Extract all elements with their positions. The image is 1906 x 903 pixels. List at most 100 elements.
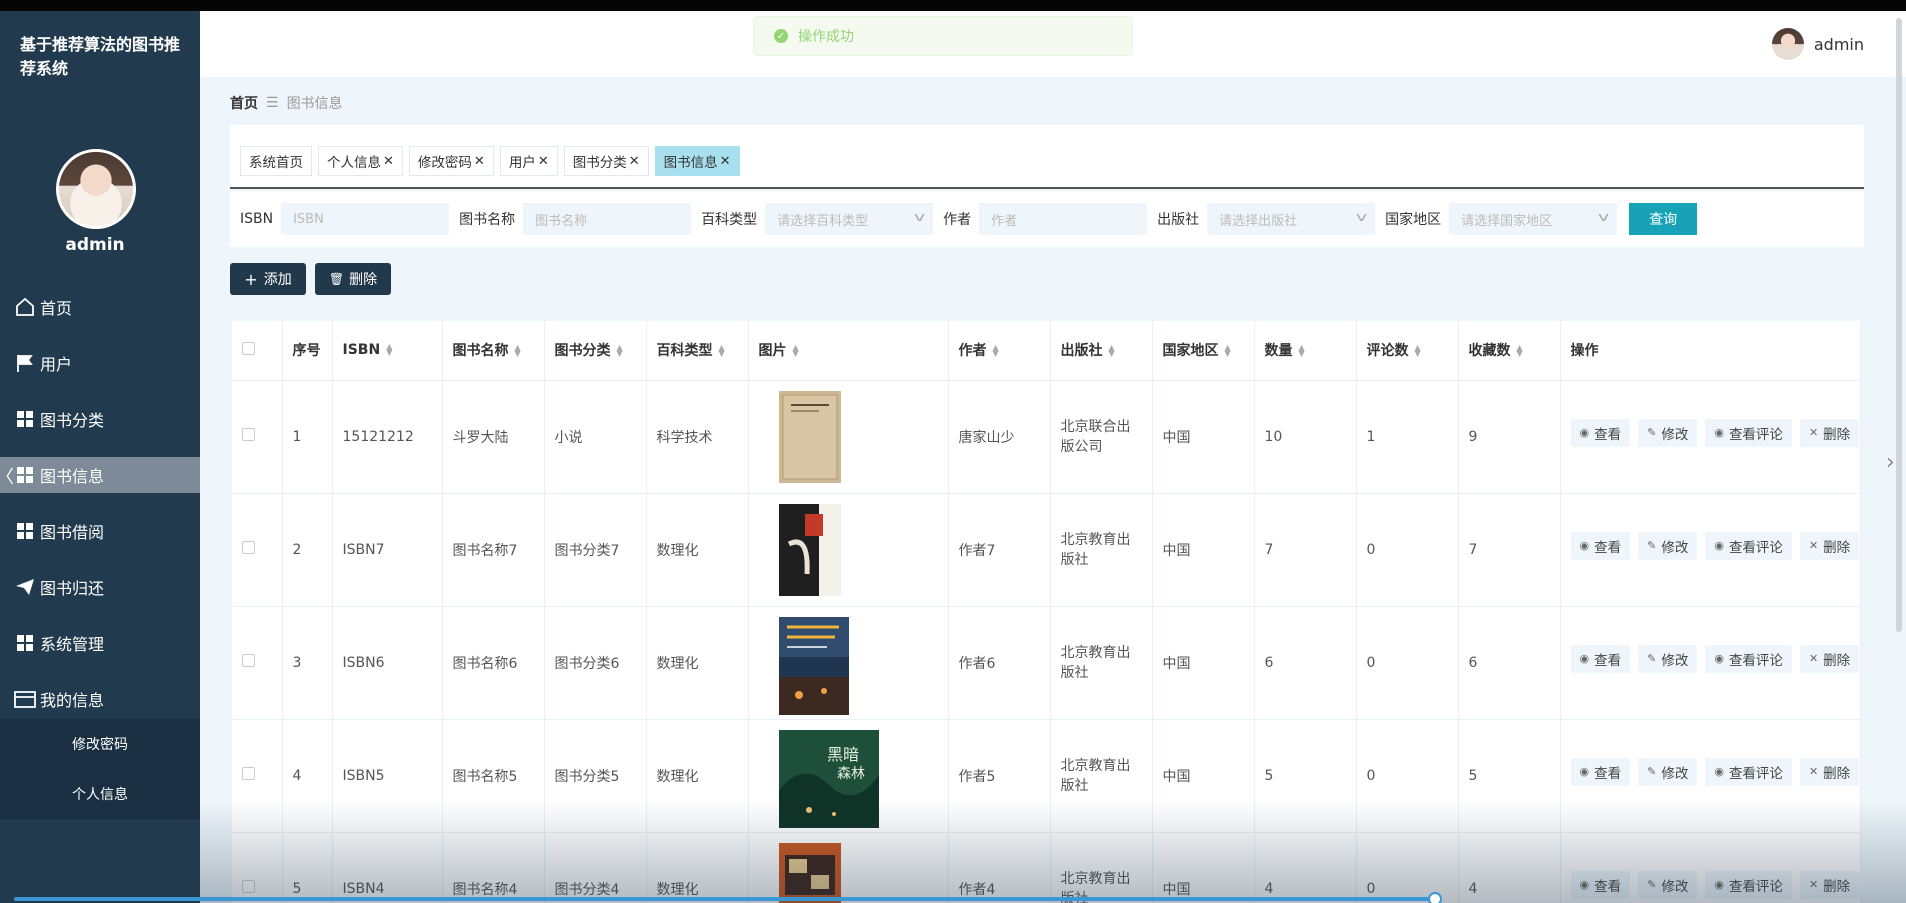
sidebar-item-home[interactable]: 首页 bbox=[0, 289, 200, 325]
submenu-change-password[interactable]: 修改密码 bbox=[0, 719, 200, 769]
delete-button[interactable]: 🗑 删除 bbox=[315, 263, 391, 295]
sort-icon[interactable]: ▲ ▼ bbox=[793, 344, 799, 358]
close-icon[interactable]: ✕ bbox=[720, 154, 731, 169]
sidebar-item-users[interactable]: 用户 bbox=[0, 345, 200, 381]
book-name-input[interactable]: 图书名称 bbox=[523, 203, 692, 235]
view-button[interactable]: ◉ 查看 bbox=[1570, 531, 1631, 560]
row-checkbox[interactable] bbox=[242, 654, 255, 667]
add-button[interactable]: + 添加 bbox=[230, 263, 306, 295]
submenu-personal-info[interactable]: 个人信息 bbox=[0, 769, 200, 819]
edit-button[interactable]: ✎ 修改 bbox=[1638, 757, 1698, 786]
sort-icon[interactable]: ▲ ▼ bbox=[386, 343, 392, 357]
tab-book-category[interactable]: 图书分类 ✕ bbox=[563, 146, 649, 176]
column-header-type[interactable]: 百科类型 ▲ ▼ bbox=[646, 321, 749, 381]
edit-button[interactable]: ✎ 修改 bbox=[1638, 531, 1698, 560]
column-header-category[interactable]: 图书分类 ▲ ▼ bbox=[544, 321, 647, 381]
isbn-input[interactable]: ISBN bbox=[281, 203, 450, 235]
view-comments-button[interactable]: ◉ 查看评论 bbox=[1705, 757, 1792, 786]
query-button[interactable]: 查询 bbox=[1629, 203, 1698, 235]
row-delete-button[interactable]: ✕ 删除 bbox=[1799, 757, 1860, 786]
book-cover-image[interactable] bbox=[778, 616, 849, 715]
book-cover-image[interactable] bbox=[778, 390, 841, 483]
sidebar-item-book-return[interactable]: 图书归还 bbox=[0, 569, 200, 605]
cell-comments-text: 0 bbox=[1366, 880, 1376, 897]
publisher-select[interactable]: 请选择出版社 v bbox=[1207, 203, 1376, 235]
tab-book-info[interactable]: 图书信息 ✕ bbox=[654, 146, 740, 176]
row-checkbox[interactable] bbox=[242, 541, 255, 554]
breadcrumb-home[interactable]: 首页 bbox=[230, 93, 258, 113]
book-cover-image[interactable]: 黑暗 森林 bbox=[778, 729, 879, 828]
cell-type: 数理化 bbox=[646, 493, 749, 607]
row-delete-button[interactable]: ✕ 删除 bbox=[1799, 418, 1860, 447]
view-comments-button[interactable]: ◉ 查看评论 bbox=[1705, 531, 1792, 560]
column-header-favorites[interactable]: 收藏数 ▲ ▼ bbox=[1458, 321, 1561, 381]
column-header-isbn[interactable]: ISBN ▲ ▼ bbox=[332, 321, 443, 381]
view-comments-button[interactable]: ◉ 查看评论 bbox=[1705, 644, 1792, 673]
sort-icon[interactable]: ▲ ▼ bbox=[515, 344, 521, 358]
edit-button[interactable]: ✎ 修改 bbox=[1638, 644, 1698, 673]
tab-change-password[interactable]: 修改密码 ✕ bbox=[408, 146, 494, 176]
sidebar-item-book-borrow[interactable]: 图书借阅 bbox=[0, 513, 200, 549]
encyclopedia-type-select[interactable]: 请选择百科类型 v bbox=[765, 203, 934, 235]
chevron-right-icon[interactable]: › bbox=[1886, 450, 1895, 475]
column-header-image[interactable]: 图片 ▲ ▼ bbox=[748, 321, 949, 381]
column-header-author[interactable]: 作者 ▲ ▼ bbox=[948, 321, 1051, 381]
sort-icon[interactable]: ▲ ▼ bbox=[1225, 344, 1231, 358]
column-header-qty[interactable]: 数量 ▲ ▼ bbox=[1254, 321, 1357, 381]
close-icon: ✕ bbox=[1808, 652, 1819, 665]
sidebar-item-book-category[interactable]: 图书分类 bbox=[0, 401, 200, 437]
svg-text:黑暗: 黑暗 bbox=[827, 745, 859, 764]
book-cover-image[interactable] bbox=[778, 842, 841, 903]
row-delete-button[interactable]: ✕ 删除 bbox=[1799, 870, 1860, 899]
author-input[interactable]: 作者 bbox=[979, 203, 1148, 235]
edit-button[interactable]: ✎ 修改 bbox=[1638, 870, 1698, 899]
sidebar-item-label: 用户 bbox=[40, 355, 73, 374]
sort-icon[interactable]: ▲ ▼ bbox=[719, 344, 725, 358]
row-checkbox[interactable] bbox=[242, 880, 255, 893]
column-header-name[interactable]: 图书名称 ▲ ▼ bbox=[442, 321, 545, 381]
sidebar-item-my-info[interactable]: 我的信息 bbox=[0, 681, 200, 717]
column-header-comments[interactable]: 评论数 ▲ ▼ bbox=[1356, 321, 1459, 381]
row-delete-button[interactable]: ✕ 删除 bbox=[1799, 531, 1860, 560]
sort-icon[interactable]: ▲ ▼ bbox=[1299, 344, 1305, 358]
page-scrollbar[interactable] bbox=[1896, 18, 1902, 632]
tab-users[interactable]: 用户 ✕ bbox=[499, 146, 558, 176]
tab-system-home[interactable]: 系统首页 bbox=[240, 146, 312, 176]
view-comments-button[interactable]: ◉ 查看评论 bbox=[1705, 870, 1792, 899]
op-label: 删除 bbox=[1823, 539, 1851, 556]
view-button[interactable]: ◉ 查看 bbox=[1570, 644, 1631, 673]
cell-author-text: 作者5 bbox=[958, 768, 996, 785]
close-icon[interactable]: ✕ bbox=[383, 154, 394, 169]
row-checkbox[interactable] bbox=[242, 767, 255, 780]
row-delete-button[interactable]: ✕ 删除 bbox=[1799, 644, 1860, 673]
tab-personal-info[interactable]: 个人信息 ✕ bbox=[318, 146, 403, 176]
close-icon[interactable]: ✕ bbox=[474, 154, 485, 169]
user-menu[interactable]: admin bbox=[1771, 28, 1864, 60]
sort-icon[interactable]: ▲ ▼ bbox=[1517, 344, 1523, 358]
region-select[interactable]: 请选择国家地区 v bbox=[1449, 203, 1618, 235]
column-header-region[interactable]: 国家地区 ▲ ▼ bbox=[1152, 321, 1255, 381]
view-button[interactable]: ◉ 查看 bbox=[1570, 870, 1631, 899]
close-icon[interactable]: ✕ bbox=[538, 154, 549, 169]
select-all-checkbox[interactable] bbox=[242, 341, 255, 355]
book-cover-image[interactable] bbox=[778, 503, 841, 596]
progress-handle[interactable] bbox=[1428, 892, 1442, 903]
avatar[interactable] bbox=[56, 149, 136, 229]
sort-icon[interactable]: ▲ ▼ bbox=[1415, 344, 1421, 358]
sidebar-item-system[interactable]: 系统管理 bbox=[0, 625, 200, 661]
sidebar-item-book-info[interactable]: 图书信息 bbox=[0, 457, 200, 493]
cell-comments: 0 bbox=[1356, 719, 1459, 833]
view-comments-button[interactable]: ◉ 查看评论 bbox=[1705, 418, 1792, 447]
row-checkbox[interactable] bbox=[242, 428, 255, 441]
sort-icon[interactable]: ▲ ▼ bbox=[1109, 344, 1115, 358]
video-progress-bar[interactable] bbox=[14, 897, 1436, 901]
cell-type-text: 数理化 bbox=[656, 542, 699, 559]
sort-icon[interactable]: ▲ ▼ bbox=[993, 344, 999, 358]
view-button[interactable]: ◉ 查看 bbox=[1570, 757, 1631, 786]
edit-button[interactable]: ✎ 修改 bbox=[1638, 418, 1698, 447]
close-icon[interactable]: ✕ bbox=[629, 154, 640, 169]
cell-region-text: 中国 bbox=[1162, 655, 1191, 672]
column-header-publisher[interactable]: 出版社 ▲ ▼ bbox=[1050, 321, 1153, 381]
sort-icon[interactable]: ▲ ▼ bbox=[617, 344, 623, 358]
view-button[interactable]: ◉ 查看 bbox=[1570, 418, 1631, 447]
